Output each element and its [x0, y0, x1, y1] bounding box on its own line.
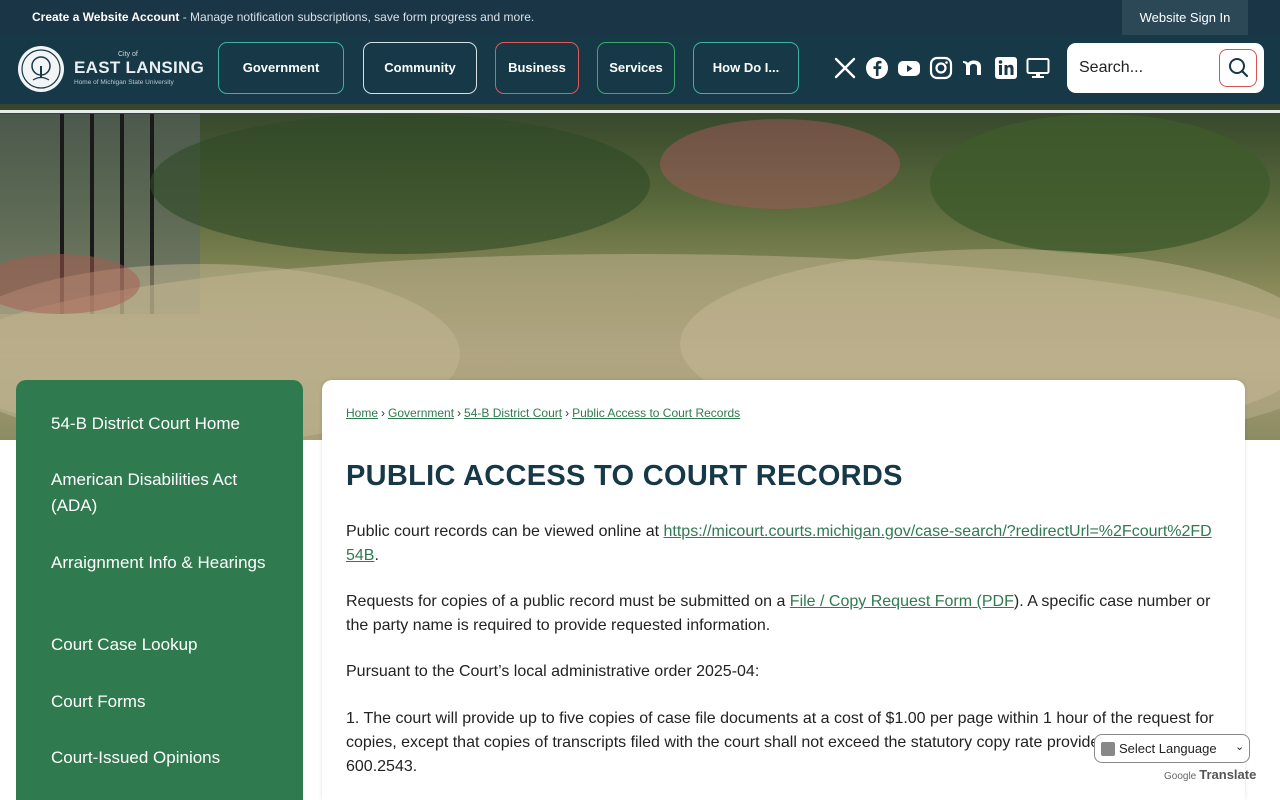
breadcrumb-home[interactable]: Home: [346, 406, 378, 420]
breadcrumb-separator: ›: [381, 406, 386, 420]
online-records-end: .: [374, 547, 379, 564]
city-tagline: Home of Michigan State University: [74, 79, 174, 86]
x-icon[interactable]: [833, 56, 857, 80]
monitor-icon[interactable]: [1026, 56, 1050, 80]
search-icon: [1229, 58, 1249, 78]
create-account-link[interactable]: Create a Website Account: [32, 10, 179, 24]
sidebar-item-ada[interactable]: American Disabilities Act (ADA): [51, 467, 271, 519]
breadcrumb-district-court[interactable]: 54-B District Court: [464, 406, 562, 420]
nav-business[interactable]: Business: [495, 42, 579, 94]
nextdoor-icon[interactable]: [961, 56, 985, 80]
breadcrumb: Home › Government › 54-B District Court › Publ…: [346, 406, 740, 420]
copy-requests-text: Requests for copies of a public record m…: [346, 593, 790, 610]
paragraph-copy-requests: Requests for copies of a public record m…: [346, 590, 1216, 638]
paragraph-administrative-order: Pursuant to the Court’s local administra…: [346, 663, 760, 680]
copy-request-form-link[interactable]: File / Copy Request Form (PDF: [790, 593, 1014, 610]
sidebar-item-case-lookup[interactable]: Court Case Lookup: [51, 632, 271, 658]
paragraph-online-records: Public court records can be viewed onlin…: [346, 520, 1216, 568]
instagram-icon[interactable]: [929, 56, 953, 80]
breadcrumb-government[interactable]: Government: [388, 406, 454, 420]
site-header: City of EAST LANSING Home of Michigan St…: [0, 35, 1280, 104]
powered-by-translate[interactable]: Google Translate: [1164, 767, 1256, 782]
language-select[interactable]: Select Language ⌄: [1094, 734, 1250, 763]
sidebar-nav: 54-B District Court Home American Disabi…: [16, 380, 303, 800]
language-select-label: Select Language: [1119, 741, 1217, 756]
sidebar-item-court-opinions[interactable]: Court-Issued Opinions: [51, 745, 271, 771]
city-seal-icon: [18, 46, 64, 92]
city-logo[interactable]: City of EAST LANSING Home of Michigan St…: [16, 44, 204, 96]
create-account-description: - Manage notification subscriptions, sav…: [179, 10, 535, 24]
search-button[interactable]: [1219, 49, 1257, 87]
paragraph-copy-policy: 1. The court will provide up to five cop…: [346, 710, 1214, 775]
translate-wordmark: Translate: [1199, 767, 1257, 782]
page-title: PUBLIC ACCESS TO COURT RECORDS: [346, 460, 903, 492]
nav-services[interactable]: Services: [597, 42, 675, 94]
city-label: City of: [118, 51, 138, 58]
search-box: [1067, 43, 1264, 93]
google-wordmark: Google: [1164, 771, 1197, 782]
youtube-icon[interactable]: [897, 56, 921, 80]
google-translate-icon: [1101, 742, 1115, 756]
sidebar-item-arraignment[interactable]: Arraignment Info & Hearings: [51, 550, 271, 576]
breadcrumb-separator: ›: [565, 406, 570, 420]
create-account-notice: Create a Website Account - Manage notifi…: [32, 10, 534, 24]
linkedin-icon[interactable]: [994, 56, 1018, 80]
city-name: EAST LANSING: [74, 58, 205, 77]
nav-government[interactable]: Government: [218, 42, 344, 94]
nav-community[interactable]: Community: [363, 42, 477, 94]
facebook-icon[interactable]: [865, 56, 889, 80]
breadcrumb-current-page[interactable]: Public Access to Court Records: [572, 406, 740, 420]
search-input[interactable]: [1079, 55, 1219, 81]
nav-how-do-i[interactable]: How Do I...: [693, 42, 799, 94]
sidebar-item-court-forms[interactable]: Court Forms: [51, 689, 271, 715]
chevron-down-icon: ⌄: [1235, 741, 1245, 753]
website-sign-in-button[interactable]: Website Sign In: [1122, 0, 1248, 35]
utility-bar: Create a Website Account - Manage notifi…: [0, 0, 1280, 35]
breadcrumb-separator: ›: [457, 406, 462, 420]
sidebar-item-court-home[interactable]: 54-B District Court Home: [51, 411, 271, 437]
online-records-text: Public court records can be viewed onlin…: [346, 523, 664, 540]
